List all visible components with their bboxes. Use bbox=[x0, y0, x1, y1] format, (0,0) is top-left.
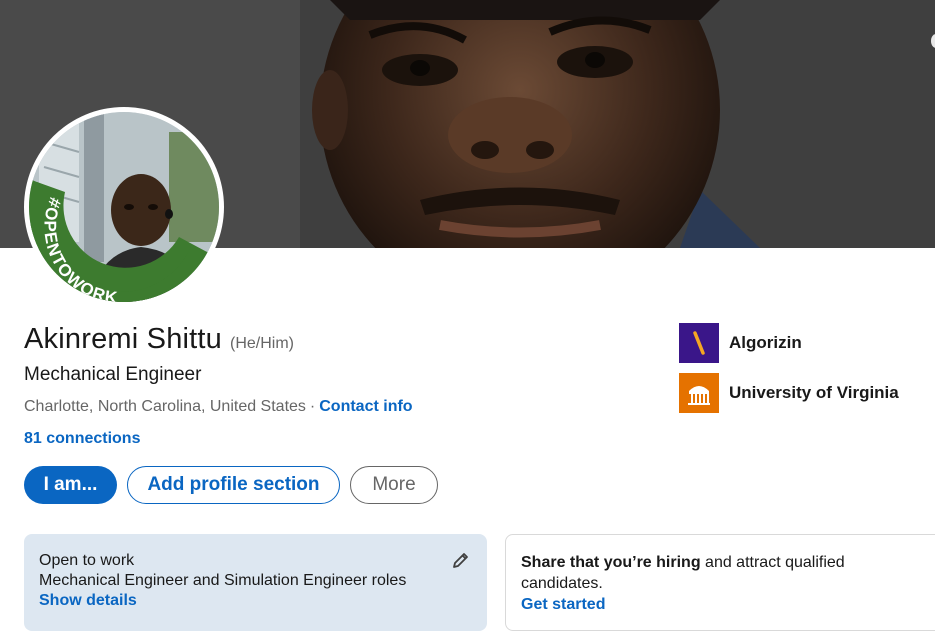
avatar-photo: #OPENTOWORK bbox=[29, 112, 219, 302]
more-button[interactable]: More bbox=[350, 466, 438, 504]
open-to-work-card: Open to work Mechanical Engineer and Sim… bbox=[24, 534, 487, 631]
profile-name: Akinremi Shittu bbox=[24, 323, 223, 355]
org-name-uva: University of Virginia bbox=[729, 383, 899, 402]
pencil-icon[interactable] bbox=[451, 550, 471, 570]
uva-rotunda-logo bbox=[679, 373, 719, 413]
uva-rotunda-logo-mark bbox=[688, 386, 710, 405]
profile-location: Charlotte, North Carolina, United States bbox=[24, 398, 306, 415]
separator-dot: · bbox=[309, 398, 316, 415]
name-row: Akinremi Shittu (He/Him) bbox=[24, 323, 294, 356]
connections-link[interactable]: 81 connections bbox=[24, 430, 140, 447]
algorizin-logo bbox=[679, 323, 719, 363]
org-algorizin[interactable]: Algorizin bbox=[679, 323, 802, 363]
profile-headline: Mechanical Engineer bbox=[24, 364, 202, 385]
algorizin-logo-mark bbox=[693, 331, 705, 355]
show-details-link[interactable]: Show details bbox=[39, 592, 137, 609]
open-to-work-title: Open to work bbox=[39, 552, 135, 569]
add-profile-section-button[interactable]: Add profile section bbox=[127, 466, 340, 504]
contact-info-link[interactable]: Contact info bbox=[319, 398, 412, 415]
open-to-work-roles: Mechanical Engineer and Simulation Engin… bbox=[39, 572, 407, 589]
cover-edge-mark bbox=[931, 34, 935, 48]
profile-avatar[interactable]: #OPENTOWORK bbox=[24, 107, 224, 307]
connections-count: 81 connections bbox=[24, 430, 140, 448]
open-to-work-frame: #OPENTOWORK bbox=[29, 178, 219, 302]
org-university-of-virginia[interactable]: University of Virginia bbox=[679, 373, 899, 413]
profile-pronouns: (He/Him) bbox=[230, 335, 295, 352]
profile-page: #OPENTOWORK Akinremi Shittu (He/Him) Mec… bbox=[0, 0, 935, 637]
get-started-link[interactable]: Get started bbox=[521, 596, 605, 613]
hiring-text-bold: Share that you’re hiring bbox=[521, 554, 701, 571]
location-row: Charlotte, North Carolina, United States… bbox=[24, 398, 413, 416]
hiring-text: Share that you’re hiring and attract qua… bbox=[521, 552, 881, 594]
org-name-algorizin: Algorizin bbox=[729, 333, 802, 352]
hiring-card: Share that you’re hiring and attract qua… bbox=[505, 534, 935, 631]
open-to-button[interactable]: I am... bbox=[24, 466, 117, 504]
